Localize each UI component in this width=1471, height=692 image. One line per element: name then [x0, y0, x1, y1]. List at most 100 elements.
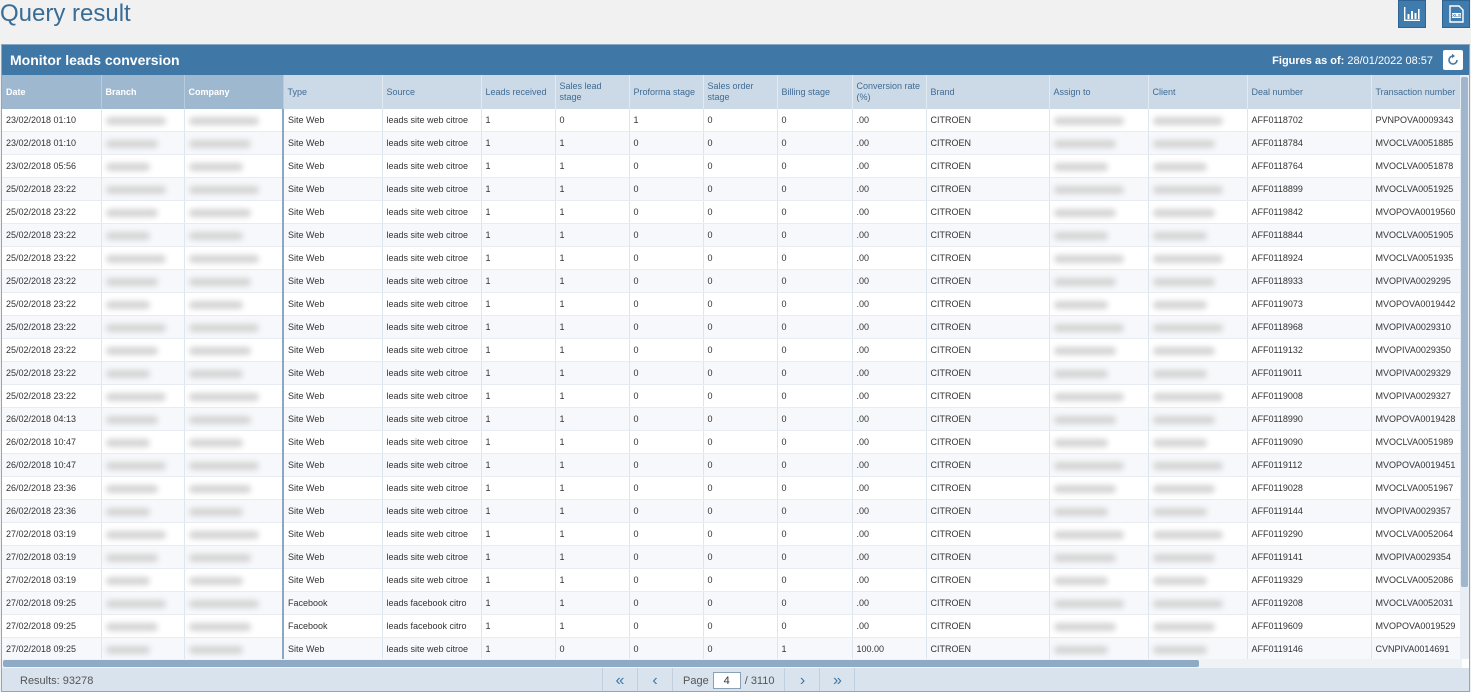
cell-sales-lead-stage: 1 [555, 568, 630, 592]
redacted-value [1053, 162, 1108, 171]
double-chevron-left-icon: « [615, 671, 625, 689]
cell-assign-to [1049, 407, 1149, 431]
cell-billing-stage: 0 [777, 522, 853, 546]
cell-client [1148, 246, 1248, 270]
cell-conversion-rate: 100.00 [852, 637, 927, 659]
cell-assign-to [1049, 430, 1149, 454]
cell-assign-to [1049, 361, 1149, 385]
cell-branch [101, 338, 185, 362]
cell-type: Site Web [283, 246, 383, 270]
cell-company [184, 154, 284, 178]
redacted-value [1152, 346, 1215, 355]
column-header-proforma-stage[interactable]: Proforma stage [629, 75, 704, 109]
column-header-assign-to[interactable]: Assign to [1049, 75, 1149, 109]
column-header-conversion-rate[interactable]: Conversion rate (%) [852, 75, 927, 109]
table-row[interactable]: 23/02/2018 05:56 Site Web leads site web c… [2, 154, 1462, 178]
cell-sales-lead-stage: 1 [555, 614, 630, 638]
horizontal-scroll-thumb[interactable] [3, 660, 1199, 667]
table-row[interactable]: 25/02/2018 23:22 Site Web leads site web c… [2, 246, 1462, 270]
table-row[interactable]: 26/02/2018 10:47 Site Web leads site web c… [2, 453, 1462, 477]
table-row[interactable]: 23/02/2018 01:10 Site Web leads site web c… [2, 109, 1462, 132]
table-row[interactable]: 27/02/2018 09:25 Facebook leads facebook c… [2, 591, 1462, 615]
table-row[interactable]: 25/02/2018 23:22 Site Web leads site web c… [2, 361, 1462, 385]
column-header-client[interactable]: Client [1148, 75, 1248, 109]
cell-proforma-stage: 0 [629, 430, 704, 454]
cell-source: leads site web citroe [382, 177, 482, 201]
table-row[interactable]: 25/02/2018 23:22 Site Web leads site web c… [2, 384, 1462, 408]
table-row[interactable]: 25/02/2018 23:22 Site Web leads site web c… [2, 223, 1462, 247]
cell-branch [101, 407, 185, 431]
column-header-source[interactable]: Source [382, 75, 482, 109]
cell-sales-lead-stage: 1 [555, 522, 630, 546]
cell-leads-received: 1 [481, 430, 556, 454]
column-header-sales-lead-stage[interactable]: Sales lead stage [555, 75, 630, 109]
results-table: Date Branch Company Type Source Leads receive… [2, 75, 1462, 659]
cell-billing-stage: 0 [777, 338, 853, 362]
table-row[interactable]: 25/02/2018 23:22 Site Web leads site web c… [2, 269, 1462, 293]
column-header-deal-number[interactable]: Deal number [1247, 75, 1372, 109]
table-row[interactable]: 26/02/2018 23:36 Site Web leads site web c… [2, 476, 1462, 500]
cell-source: leads site web citroe [382, 384, 482, 408]
table-row[interactable]: 26/02/2018 23:36 Site Web leads site web c… [2, 499, 1462, 523]
table-row[interactable]: 26/02/2018 10:47 Site Web leads site web c… [2, 430, 1462, 454]
export-excel-button[interactable]: XLS [1442, 0, 1470, 28]
column-header-billing-stage[interactable]: Billing stage [777, 75, 853, 109]
table-row[interactable]: 25/02/2018 23:22 Site Web leads site web c… [2, 338, 1462, 362]
table-row[interactable]: 27/02/2018 03:19 Site Web leads site web c… [2, 545, 1462, 569]
table-row[interactable]: 25/02/2018 23:22 Site Web leads site web c… [2, 177, 1462, 201]
column-header-transaction-number[interactable]: Transaction number [1371, 75, 1462, 109]
cell-leads-received: 1 [481, 522, 556, 546]
column-header-date[interactable]: Date [2, 75, 102, 109]
column-header-leads-received[interactable]: Leads received [481, 75, 556, 109]
cell-brand: CITROEN [926, 614, 1050, 638]
redacted-value [1152, 323, 1223, 332]
table-row[interactable]: 25/02/2018 23:22 Site Web leads site web c… [2, 200, 1462, 224]
horizontal-scrollbar[interactable] [2, 659, 1462, 668]
column-header-company[interactable]: Company [184, 75, 284, 109]
vertical-scroll-thumb[interactable] [1461, 77, 1468, 587]
cell-billing-stage: 0 [777, 292, 853, 316]
cell-client [1148, 131, 1248, 155]
table-row[interactable]: 27/02/2018 03:19 Site Web leads site web c… [2, 568, 1462, 592]
first-page-button[interactable]: « [602, 668, 638, 691]
refresh-button[interactable] [1443, 50, 1463, 70]
cell-transaction-number: MVOPOVA0019428 [1371, 407, 1462, 431]
column-header-type[interactable]: Type [283, 75, 383, 109]
cell-leads-received: 1 [481, 154, 556, 178]
chart-button[interactable] [1398, 0, 1426, 28]
cell-proforma-stage: 0 [629, 384, 704, 408]
prev-page-button[interactable]: ‹ [638, 668, 673, 691]
cell-assign-to [1049, 614, 1149, 638]
vertical-scrollbar[interactable] [1460, 75, 1469, 659]
cell-date: 23/02/2018 01:10 [2, 131, 102, 155]
column-header-sales-order-stage[interactable]: Sales order stage [703, 75, 778, 109]
redacted-value [188, 599, 259, 608]
redacted-value [1053, 116, 1124, 125]
cell-proforma-stage: 0 [629, 476, 704, 500]
bar-chart-icon [1404, 7, 1420, 21]
table-row[interactable]: 26/02/2018 04:13 Site Web leads site web c… [2, 407, 1462, 431]
chevron-left-icon: ‹ [652, 671, 658, 689]
cell-company [184, 246, 284, 270]
page-number-input[interactable] [712, 672, 741, 689]
cell-conversion-rate: .00 [852, 476, 927, 500]
cell-client [1148, 407, 1248, 431]
column-header-brand[interactable]: Brand [926, 75, 1050, 109]
cell-client [1148, 154, 1248, 178]
table-row[interactable]: 25/02/2018 23:22 Site Web leads site web c… [2, 292, 1462, 316]
redacted-value [105, 231, 150, 240]
table-row[interactable]: 23/02/2018 01:10 Site Web leads site web c… [2, 131, 1462, 155]
cell-date: 27/02/2018 09:25 [2, 591, 102, 615]
cell-company [184, 292, 284, 316]
table-row[interactable]: 27/02/2018 09:25 Facebook leads facebook c… [2, 614, 1462, 638]
next-page-button[interactable]: › [785, 668, 821, 691]
cell-branch [101, 361, 185, 385]
table-row[interactable]: 25/02/2018 23:22 Site Web leads site web c… [2, 315, 1462, 339]
cell-sales-lead-stage: 1 [555, 476, 630, 500]
table-row[interactable]: 27/02/2018 09:25 Site Web leads site web c… [2, 637, 1462, 659]
cell-branch [101, 315, 185, 339]
table-row[interactable]: 27/02/2018 03:19 Site Web leads site web c… [2, 522, 1462, 546]
cell-date: 26/02/2018 23:36 [2, 499, 102, 523]
last-page-button[interactable]: » [820, 668, 856, 691]
column-header-branch[interactable]: Branch [101, 75, 185, 109]
